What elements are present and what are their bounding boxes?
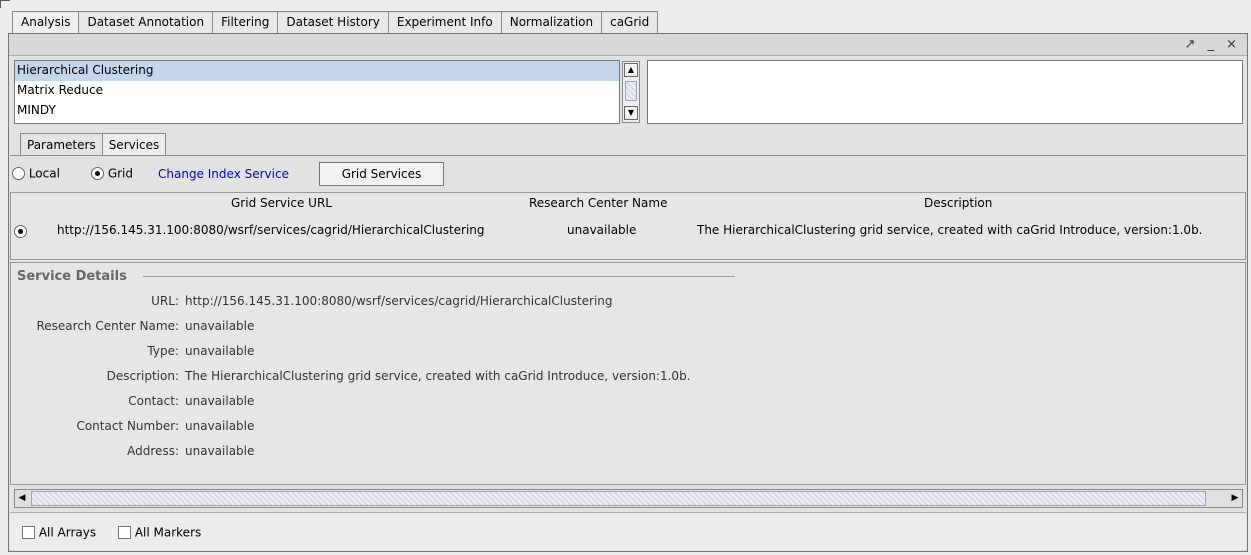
detail-row-contact-number: Contact Number: unavailable bbox=[11, 419, 254, 437]
row-select-radio[interactable] bbox=[14, 225, 27, 238]
tab-dataset-history[interactable]: Dataset History bbox=[278, 11, 389, 33]
bottom-options: All Arrays All Markers bbox=[10, 512, 1246, 550]
window-corner bbox=[0, 0, 10, 8]
service-details-panel: Service Details URL: http://156.145.31.10… bbox=[10, 262, 1246, 485]
detail-row-url: URL: http://156.145.31.100:8080/wsrf/serv… bbox=[11, 294, 613, 312]
tab-parameters[interactable]: Parameters bbox=[20, 133, 103, 155]
window-controls-icon[interactable]: ↗ _ × bbox=[1184, 37, 1241, 52]
sub-tab-strip: Parameters Services bbox=[20, 133, 167, 155]
detail-row-contact: Contact: unavailable bbox=[11, 394, 254, 412]
detail-value: unavailable bbox=[185, 344, 255, 358]
grid-label: Grid bbox=[107, 166, 134, 181]
all-markers-checkbox[interactable] bbox=[118, 526, 131, 539]
detail-value: unavailable bbox=[185, 444, 255, 458]
list-item[interactable]: Matrix Reduce bbox=[15, 81, 619, 101]
all-markers-checkbox-group[interactable]: All Markers bbox=[118, 525, 201, 540]
grid-radio[interactable] bbox=[91, 167, 104, 180]
local-radio-group[interactable]: Local bbox=[12, 166, 60, 181]
detail-key: Research Center Name: bbox=[36, 319, 179, 333]
service-details-title: Service Details bbox=[17, 269, 127, 284]
detail-row-center: Research Center Name: unavailable bbox=[11, 319, 254, 337]
tab-normalization[interactable]: Normalization bbox=[501, 11, 603, 33]
local-radio[interactable] bbox=[12, 167, 25, 180]
all-arrays-label: All Arrays bbox=[38, 525, 97, 540]
analysis-list[interactable]: Hierarchical Clustering Matrix Reduce MI… bbox=[14, 60, 620, 124]
list-item[interactable]: Hierarchical Clustering bbox=[15, 61, 619, 81]
detail-key: Contact Number: bbox=[76, 419, 179, 433]
column-header-description: Description bbox=[924, 196, 993, 210]
detail-value: http://156.145.31.100:8080/wsrf/services… bbox=[185, 294, 613, 308]
change-index-service-link-text[interactable]: Change Index Service bbox=[158, 167, 289, 181]
tab-filtering[interactable]: Filtering bbox=[213, 11, 279, 33]
grid-services-button[interactable]: Grid Services bbox=[319, 162, 444, 186]
all-arrays-checkbox[interactable] bbox=[22, 526, 35, 539]
tab-dataset-annotation[interactable]: Dataset Annotation bbox=[79, 11, 214, 33]
scroll-thumb[interactable] bbox=[31, 491, 1206, 506]
analysis-preview-pane bbox=[647, 60, 1243, 124]
analysis-list-scrollbar[interactable]: ▲ ▼ bbox=[622, 61, 640, 123]
scroll-up-icon[interactable]: ▲ bbox=[624, 63, 638, 77]
detail-row-address: Address: unavailable bbox=[11, 444, 254, 462]
tab-services[interactable]: Services bbox=[102, 133, 167, 155]
column-header-url: Grid Service URL bbox=[231, 196, 332, 210]
tab-analysis[interactable]: Analysis bbox=[12, 11, 80, 33]
local-label: Local bbox=[28, 166, 60, 181]
detail-key: URL: bbox=[151, 294, 179, 308]
detail-key: Contact: bbox=[128, 394, 179, 408]
scroll-right-icon[interactable]: ▶ bbox=[1228, 491, 1242, 506]
all-arrays-checkbox-group[interactable]: All Arrays bbox=[22, 525, 96, 540]
divider bbox=[10, 155, 1246, 156]
scroll-thumb[interactable] bbox=[625, 81, 637, 101]
panel-titlebar: ↗ _ × bbox=[9, 34, 1247, 56]
detail-value: unavailable bbox=[185, 319, 255, 333]
detail-value: The HierarchicalClustering grid service,… bbox=[185, 369, 691, 383]
divider bbox=[143, 276, 735, 277]
all-markers-label: All Markers bbox=[134, 525, 202, 540]
tab-cagrid[interactable]: caGrid bbox=[602, 11, 659, 33]
column-header-center: Research Center Name bbox=[529, 196, 668, 210]
detail-key: Description: bbox=[106, 369, 179, 383]
list-item[interactable]: MINDY bbox=[15, 101, 619, 121]
detail-value: unavailable bbox=[185, 419, 255, 433]
detail-row-type: Type: unavailable bbox=[11, 344, 254, 362]
scroll-left-icon[interactable]: ◀ bbox=[15, 491, 29, 506]
detail-key: Type: bbox=[147, 344, 179, 358]
tab-experiment-info[interactable]: Experiment Info bbox=[388, 11, 502, 33]
horizontal-scrollbar[interactable]: ◀ ▶ bbox=[14, 489, 1243, 508]
service-url-cell: http://156.145.31.100:8080/wsrf/services… bbox=[57, 223, 485, 237]
description-cell: The HierarchicalClustering grid service,… bbox=[697, 223, 1203, 237]
services-table: Grid Service URL Research Center Name De… bbox=[10, 192, 1246, 260]
change-index-service-link[interactable]: Change Index Service bbox=[158, 167, 289, 181]
detail-row-description: Description: The HierarchicalClustering g… bbox=[11, 369, 691, 387]
scroll-down-icon[interactable]: ▼ bbox=[624, 106, 638, 120]
grid-radio-group[interactable]: Grid bbox=[91, 166, 133, 181]
research-center-cell: unavailable bbox=[567, 223, 637, 237]
detail-key: Address: bbox=[127, 444, 179, 458]
detail-value: unavailable bbox=[185, 394, 255, 408]
top-tab-strip: Analysis Dataset Annotation Filtering Da… bbox=[0, 0, 1251, 33]
